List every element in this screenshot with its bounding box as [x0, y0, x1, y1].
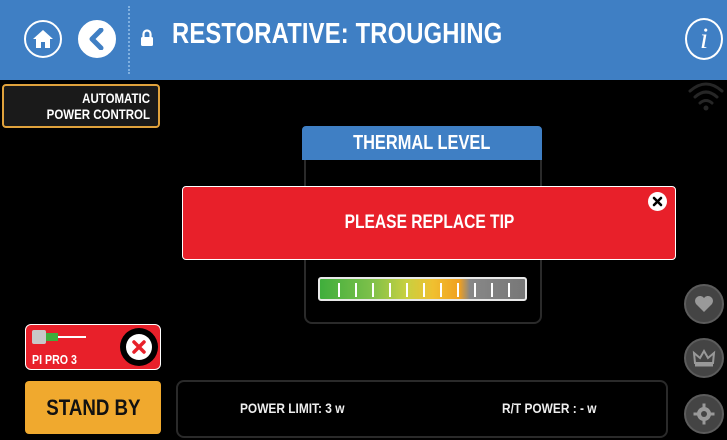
apc-label-line2: POWER CONTROL [46, 106, 150, 122]
crown-button[interactable] [684, 338, 724, 378]
thermal-level-tick [440, 283, 442, 297]
header-bar: RESTORATIVE: TROUGHING i [0, 0, 727, 80]
tip-name: PI PRO 3 [32, 353, 77, 367]
thermal-level-tick [457, 283, 459, 297]
rt-power-readout: R/T POWER : - w [502, 400, 597, 416]
lock-icon [141, 29, 153, 46]
thermal-level-tick [389, 283, 391, 297]
alert-close-button[interactable] [648, 192, 667, 211]
thermal-level-title: THERMAL LEVEL [353, 131, 491, 154]
tip-card: PI PRO 3 [25, 324, 161, 370]
chevron-left-icon [89, 28, 104, 50]
wifi-icon [688, 82, 724, 111]
alert-message: PLEASE REPLACE TIP [344, 212, 514, 233]
remove-tip-button[interactable] [120, 328, 158, 366]
settings-button[interactable] [684, 394, 724, 434]
thermal-level-tick [406, 283, 408, 297]
heart-icon [695, 296, 713, 312]
replace-tip-alert: PLEASE REPLACE TIP [182, 186, 676, 260]
power-limit-readout: POWER LIMIT: 3 w [240, 400, 345, 416]
thermal-level-tick [338, 283, 340, 297]
thermal-level-tick [423, 283, 425, 297]
thermal-level-bar [318, 277, 527, 301]
handpiece-tip-icon [32, 330, 86, 344]
info-button[interactable]: i [685, 18, 723, 60]
page-title: RESTORATIVE: TROUGHING [172, 18, 503, 50]
automatic-power-control-button[interactable]: AUTOMATIC POWER CONTROL [2, 84, 160, 128]
standby-button[interactable]: STAND BY [25, 381, 161, 434]
favorite-button[interactable] [684, 284, 724, 324]
header-divider [128, 6, 130, 74]
gear-icon [693, 403, 715, 425]
thermal-level-tick [474, 283, 476, 297]
standby-label: STAND BY [45, 394, 141, 420]
back-button[interactable] [78, 20, 116, 58]
thermal-level-tick [508, 283, 510, 297]
close-circle-icon [126, 334, 152, 360]
crown-icon [692, 348, 716, 367]
home-button[interactable] [24, 20, 62, 58]
thermal-level-tick [491, 283, 493, 297]
info-icon: i [699, 22, 709, 55]
close-icon [652, 196, 663, 207]
thermal-level-tick [355, 283, 357, 297]
apc-label-line1: AUTOMATIC [82, 90, 150, 106]
home-icon [33, 30, 53, 48]
thermal-level-tick [372, 283, 374, 297]
thermal-level-header: THERMAL LEVEL [302, 126, 542, 160]
